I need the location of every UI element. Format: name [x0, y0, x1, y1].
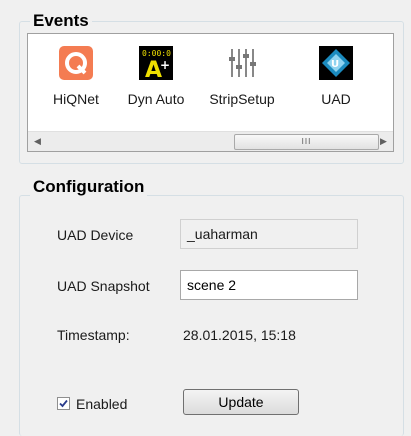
- events-list[interactable]: HiQNet 0:00:0 A + Dyn Auto StripSetup U …: [27, 33, 394, 152]
- update-button[interactable]: Update: [183, 389, 299, 415]
- event-item-uad[interactable]: U UAD: [294, 34, 378, 119]
- event-item-dyn-auto[interactable]: 0:00:0 A + Dyn Auto: [114, 34, 198, 119]
- svg-text:U: U: [331, 59, 339, 70]
- svg-text:+: +: [160, 58, 170, 72]
- scrollbar-thumb[interactable]: III: [234, 134, 379, 150]
- events-title: Events: [30, 11, 92, 31]
- uad-snapshot-label: UAD Snapshot: [57, 278, 150, 294]
- configuration-title: Configuration: [30, 177, 148, 197]
- strip-setup-icon: [224, 45, 260, 81]
- timestamp-value: 28.01.2015, 15:18: [183, 327, 296, 343]
- hiqnet-icon: [58, 45, 94, 81]
- svg-text:0:00:0: 0:00:0: [142, 49, 171, 58]
- horizontal-scrollbar[interactable]: ◀ III ▶: [28, 131, 393, 151]
- uad-snapshot-input[interactable]: scene 2: [180, 270, 358, 300]
- scroll-right-arrow-icon[interactable]: ▶: [374, 132, 393, 151]
- event-label: Dyn Auto: [127, 91, 185, 107]
- event-label: HiQNet: [53, 91, 99, 107]
- enabled-label[interactable]: Enabled: [76, 396, 127, 412]
- uad-icon: U: [318, 45, 354, 81]
- event-item-strip-setup[interactable]: StripSetup: [200, 34, 284, 119]
- event-label: StripSetup: [209, 91, 275, 107]
- uad-device-label: UAD Device: [57, 227, 134, 243]
- event-label: UAD: [321, 91, 351, 107]
- event-item-hiqnet[interactable]: HiQNet: [34, 34, 118, 119]
- dyn-auto-icon: 0:00:0 A +: [138, 45, 174, 83]
- enabled-checkbox[interactable]: [57, 397, 70, 410]
- timestamp-label: Timestamp:: [57, 327, 130, 343]
- uad-device-field: _uaharman: [180, 219, 358, 249]
- checkmark-icon: [59, 399, 68, 408]
- scroll-left-arrow-icon[interactable]: ◀: [28, 132, 47, 151]
